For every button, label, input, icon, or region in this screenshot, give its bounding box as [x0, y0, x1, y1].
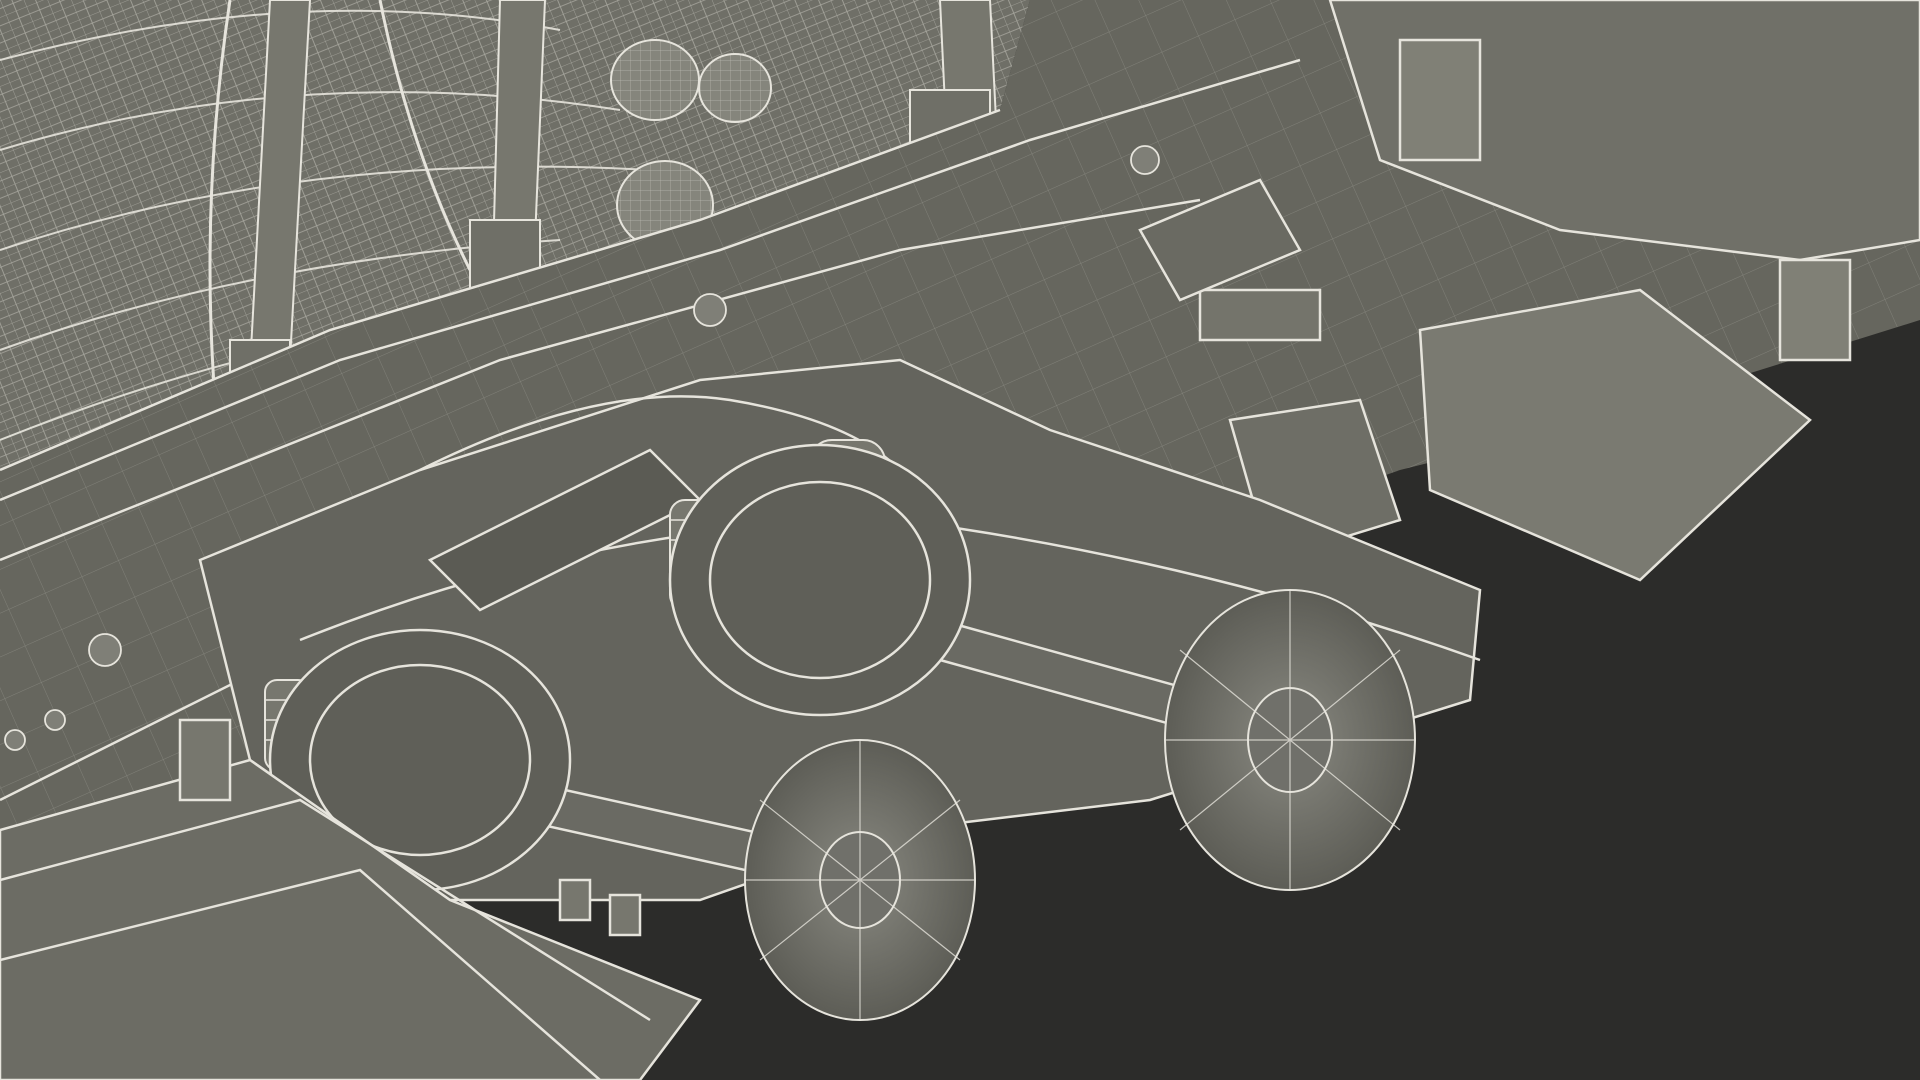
- render-viewport: [0, 0, 1920, 1080]
- wheel-far-right: [1164, 589, 1416, 891]
- wireframe-render: [0, 0, 1920, 1080]
- wheel-near-right: [668, 443, 972, 717]
- wheel-far-left: [744, 739, 976, 1021]
